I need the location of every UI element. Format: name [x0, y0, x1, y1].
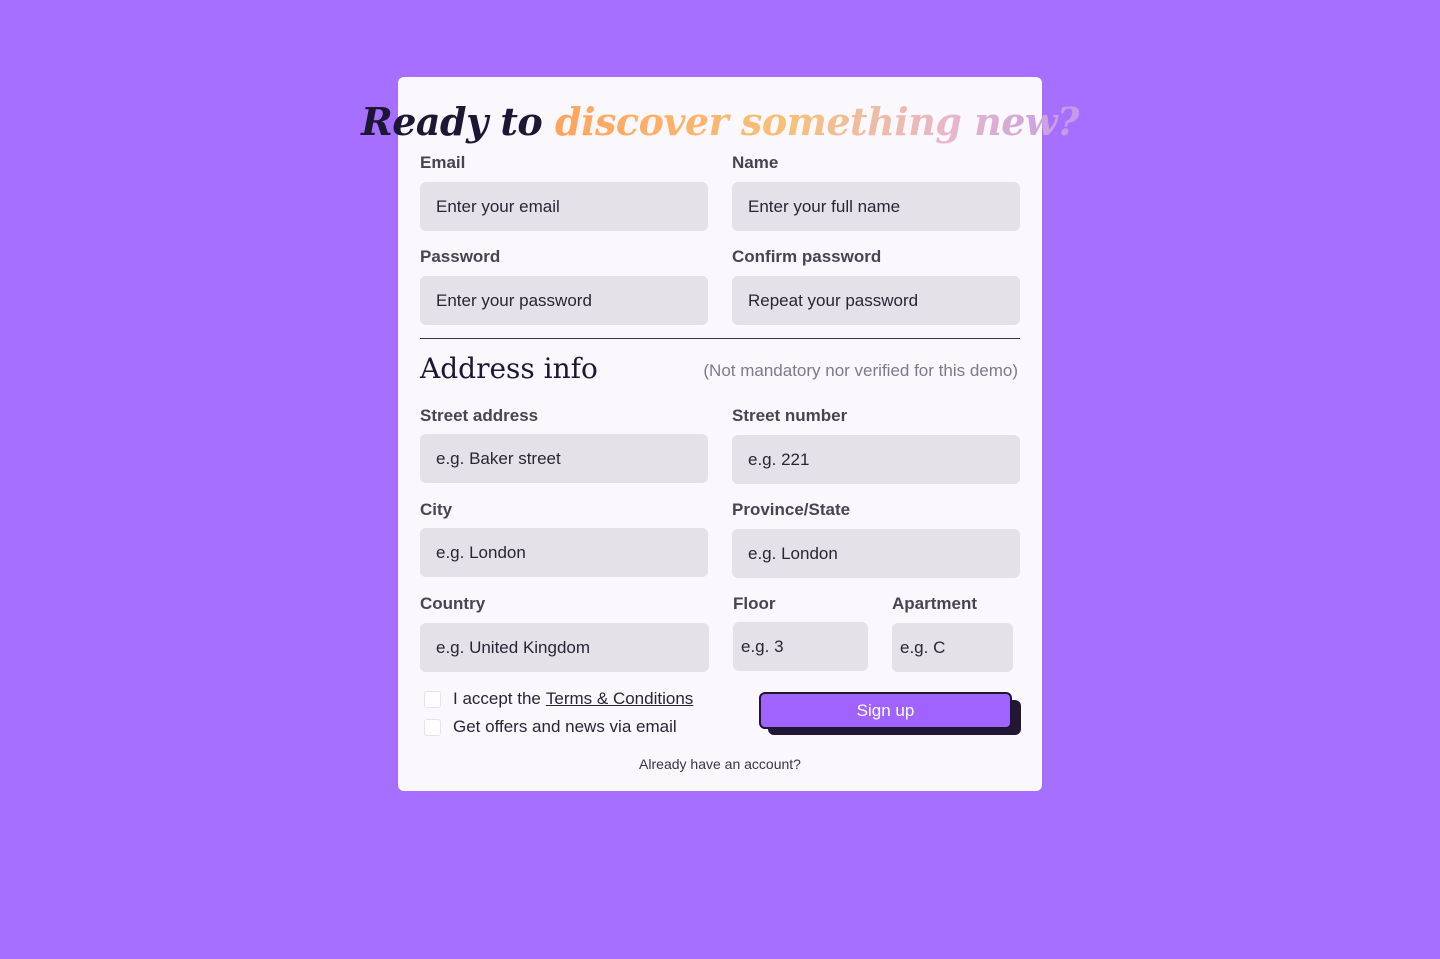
terms-link[interactable]: Terms & Conditions [546, 689, 693, 709]
street-address-field[interactable] [420, 434, 708, 483]
email-label: Email [420, 153, 466, 172]
name-field[interactable] [732, 182, 1020, 231]
offers-label: Get offers and news via email [453, 717, 677, 736]
confirm-password-label: Confirm password [732, 247, 882, 266]
signup-button[interactable]: Sign up [759, 692, 1012, 729]
offers-row: Get offers and news via email [424, 717, 677, 737]
province-label: Province/State [732, 500, 851, 519]
apartment-field[interactable] [892, 623, 1013, 672]
apartment-label: Apartment [892, 594, 978, 613]
terms-checkbox[interactable] [424, 690, 441, 708]
name-label: Name [732, 153, 779, 172]
street-number-field[interactable] [732, 435, 1020, 484]
confirm-password-field[interactable] [732, 276, 1020, 325]
email-field[interactable] [420, 182, 708, 231]
address-section-title: Address info [420, 352, 598, 385]
login-link[interactable]: Already have an account? [398, 756, 1042, 772]
floor-field[interactable] [733, 622, 868, 671]
province-field[interactable] [732, 529, 1020, 578]
city-label: City [420, 500, 453, 519]
street-address-label: Street address [420, 406, 539, 425]
offers-checkbox[interactable] [424, 718, 441, 736]
title-discover-something-new: discover something new? [555, 99, 1079, 144]
floor-label: Floor [733, 594, 776, 613]
password-field[interactable] [420, 276, 708, 325]
terms-prefix: I accept the [453, 689, 541, 708]
country-field[interactable] [420, 623, 709, 672]
street-number-label: Street number [732, 406, 848, 425]
section-divider [420, 338, 1020, 339]
city-field[interactable] [420, 528, 708, 577]
password-label: Password [420, 247, 501, 266]
terms-row: I accept the Terms & Conditions [424, 689, 693, 709]
country-label: Country [420, 594, 486, 613]
title-ready-to: Ready to [361, 99, 543, 144]
page-title: Ready to discover something new? [0, 92, 1440, 152]
address-section-note: (Not mandatory nor verified for this dem… [703, 361, 1018, 380]
